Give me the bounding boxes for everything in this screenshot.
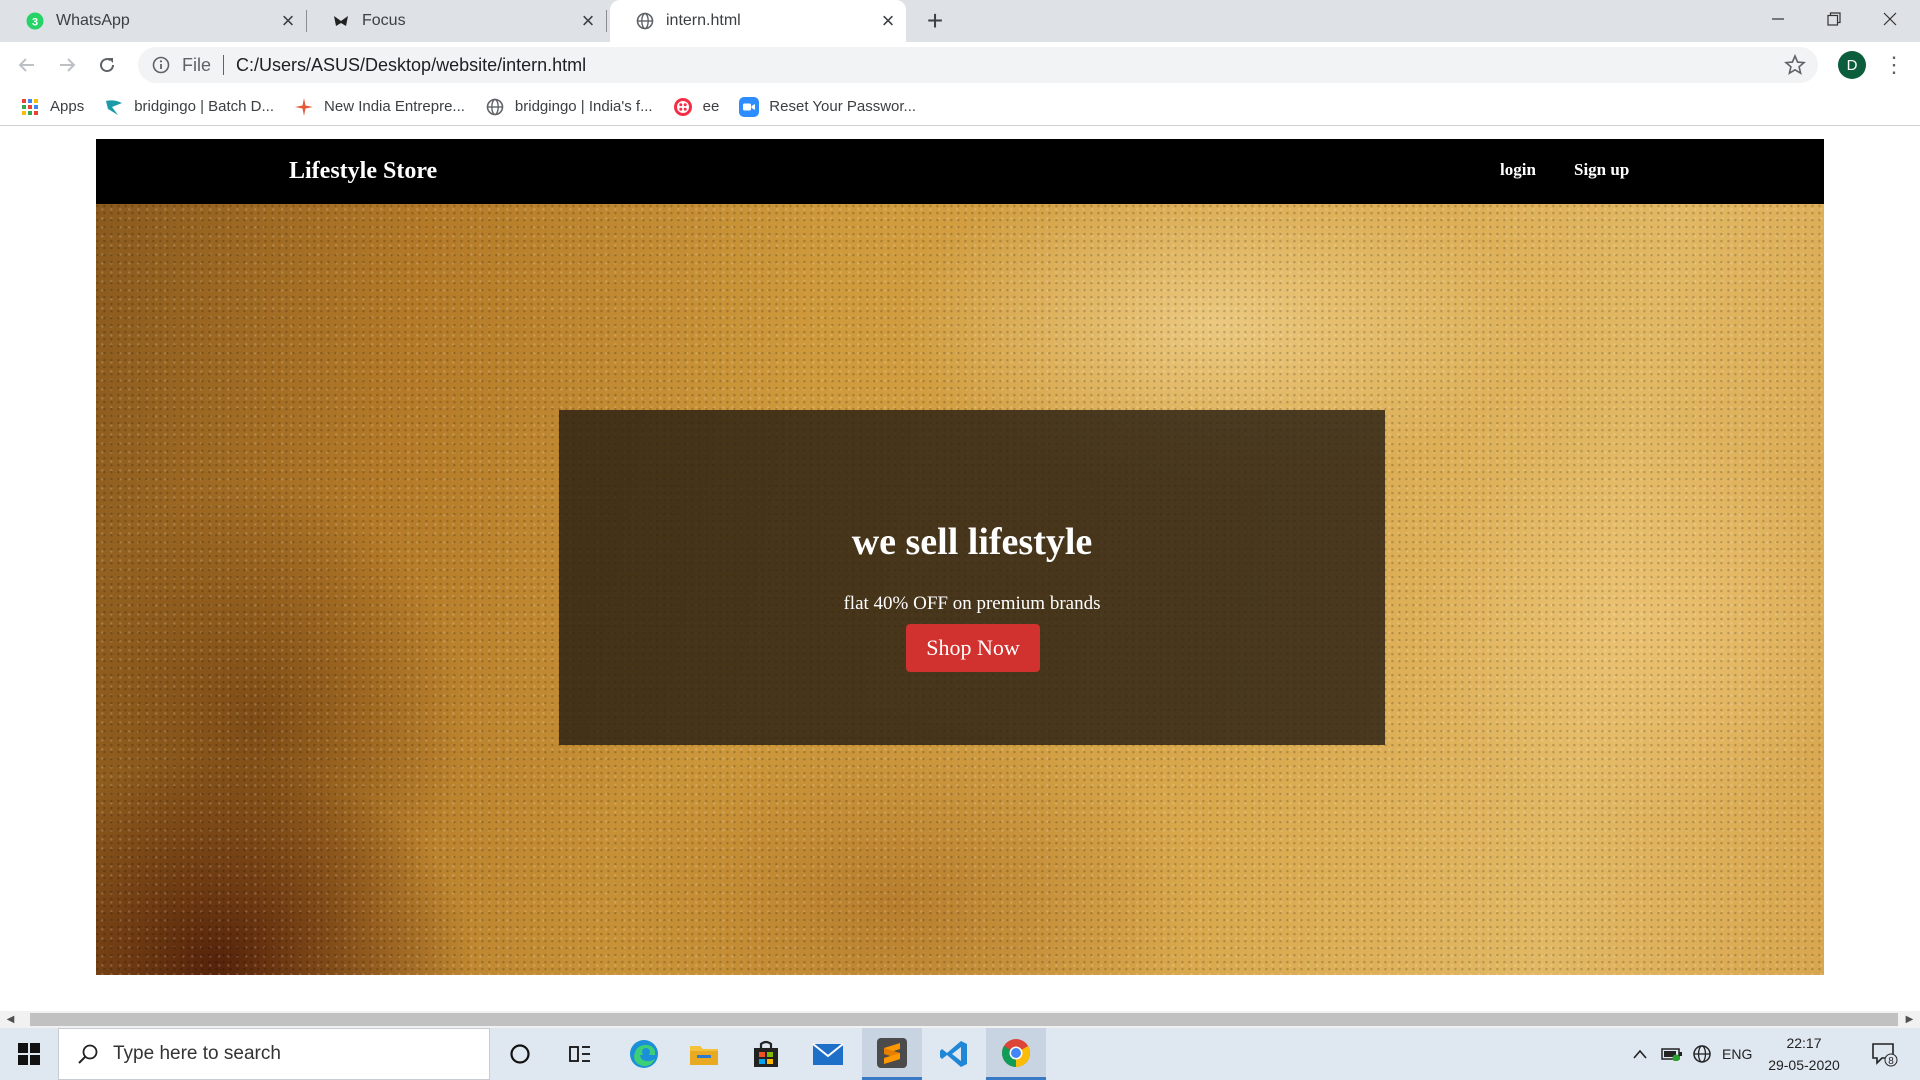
notification-center-icon[interactable]: 8 xyxy=(1866,1028,1902,1080)
spark-icon xyxy=(294,97,314,117)
horizontal-scrollbar[interactable]: ◀ ▶ xyxy=(0,1011,1920,1028)
notification-count: 8 xyxy=(1888,1056,1894,1067)
more-menu-icon[interactable]: ⋮ xyxy=(1882,51,1906,79)
clock-date: 29-05-2020 xyxy=(1768,1057,1840,1073)
network-globe-icon[interactable] xyxy=(1690,1028,1714,1080)
reload-icon[interactable] xyxy=(90,48,124,82)
store-icon[interactable] xyxy=(736,1028,796,1080)
twilio-icon xyxy=(673,97,693,117)
clock-time: 22:17 xyxy=(1786,1035,1822,1051)
search-placeholder: Type here to search xyxy=(113,1043,281,1064)
close-tab-icon[interactable]: × xyxy=(874,7,902,35)
minimize-icon[interactable] xyxy=(1750,0,1806,38)
hero-banner: we sell lifestyle flat 40% OFF on premiu… xyxy=(96,204,1824,975)
edge-icon[interactable] xyxy=(614,1028,674,1080)
search-icon xyxy=(77,1043,99,1065)
site-navbar: Lifestyle Store login Sign up xyxy=(96,139,1824,204)
focus-icon xyxy=(332,12,350,30)
back-icon[interactable] xyxy=(10,48,44,82)
tab-whatsapp[interactable]: 3 WhatsApp × xyxy=(0,0,307,42)
bookmark-label: Apps xyxy=(50,98,85,115)
language-indicator[interactable]: ENG xyxy=(1722,1028,1752,1080)
tab-title: Focus xyxy=(362,12,406,29)
divider xyxy=(223,55,225,75)
bookmark-star-icon[interactable] xyxy=(1784,53,1806,76)
profile-avatar[interactable]: D xyxy=(1838,51,1866,79)
bookmark-label: bridgingo | India's f... xyxy=(514,98,653,115)
hero-headline: we sell lifestyle xyxy=(851,521,1093,563)
cortana-icon[interactable] xyxy=(490,1028,550,1080)
brand-link[interactable]: Lifestyle Store xyxy=(289,158,437,185)
bookmarks-bar: Apps bridgingo | Batch D... New India En… xyxy=(0,88,1920,126)
globe-icon xyxy=(636,12,654,30)
bookmark-reset-password[interactable]: Reset Your Passwor... xyxy=(739,96,917,117)
url-text[interactable]: C:/Users/ASUS/Desktop/website/intern.htm… xyxy=(236,55,586,76)
chrome-icon[interactable] xyxy=(986,1028,1046,1080)
system-clock[interactable]: 22:17 29-05-2020 xyxy=(1758,1032,1850,1076)
tab-title: intern.html xyxy=(666,12,741,29)
new-tab-icon[interactable]: + xyxy=(920,5,950,36)
bookmark-apps[interactable]: Apps xyxy=(20,97,84,117)
login-link[interactable]: login xyxy=(1500,160,1536,180)
forward-icon[interactable] xyxy=(50,48,84,82)
tab-intern[interactable]: intern.html × xyxy=(610,0,906,42)
url-scheme: File xyxy=(182,54,212,75)
vscode-icon[interactable] xyxy=(924,1028,984,1080)
file-explorer-icon[interactable] xyxy=(674,1028,734,1080)
tab-badge: 3 xyxy=(32,17,38,29)
tab-title: WhatsApp xyxy=(56,12,130,29)
sublime-text-icon[interactable] xyxy=(862,1028,922,1080)
page-viewport: Lifestyle Store login Sign up we sell li… xyxy=(0,127,1920,1011)
bookmark-ee[interactable]: ee xyxy=(673,97,720,117)
restore-icon[interactable] xyxy=(1806,0,1862,38)
whatsapp-icon: 3 xyxy=(26,12,44,30)
close-tab-icon[interactable]: × xyxy=(274,7,302,35)
scroll-left-icon[interactable]: ◀ xyxy=(2,1011,19,1028)
tray-overflow-icon[interactable] xyxy=(1630,1028,1650,1080)
address-bar[interactable]: File C:/Users/ASUS/Desktop/website/inter… xyxy=(138,47,1818,83)
hero-subline: flat 40% OFF on premium brands xyxy=(843,593,1101,614)
hero-overlay-box: we sell lifestyle flat 40% OFF on premiu… xyxy=(559,410,1385,745)
battery-icon[interactable] xyxy=(1660,1028,1684,1080)
close-tab-icon[interactable]: × xyxy=(574,7,602,35)
bookmark-bridgingo-batch[interactable]: bridgingo | Batch D... xyxy=(104,97,274,117)
signup-link[interactable]: Sign up xyxy=(1574,160,1629,180)
windows-start-icon[interactable] xyxy=(0,1028,58,1080)
scrollbar-thumb[interactable] xyxy=(30,1013,1898,1026)
info-icon[interactable] xyxy=(152,56,170,74)
bookmark-new-india[interactable]: New India Entrepre... xyxy=(294,97,465,117)
apps-grid-icon xyxy=(20,97,40,117)
browser-toolbar: File C:/Users/ASUS/Desktop/website/inter… xyxy=(0,42,1920,88)
bookmark-label: Reset Your Passwor... xyxy=(769,98,917,115)
close-window-icon[interactable] xyxy=(1862,0,1918,38)
tab-strip: 3 WhatsApp × Focus × intern.html × + xyxy=(0,0,1920,42)
taskbar-search-input[interactable]: Type here to search xyxy=(58,1028,490,1080)
bookmark-bridgingo-india[interactable]: bridgingo | India's f... xyxy=(485,97,653,117)
mail-icon[interactable] xyxy=(798,1028,858,1080)
bridgingo-icon xyxy=(104,97,124,117)
shop-now-button[interactable]: Shop Now xyxy=(906,624,1040,672)
zoom-icon xyxy=(739,96,760,117)
task-view-icon[interactable] xyxy=(550,1028,610,1080)
bookmark-label: New India Entrepre... xyxy=(324,98,465,115)
bookmark-label: ee xyxy=(702,98,720,115)
site-container: Lifestyle Store login Sign up we sell li… xyxy=(96,139,1824,987)
scroll-right-icon[interactable]: ▶ xyxy=(1901,1011,1918,1028)
tab-focus[interactable]: Focus × xyxy=(306,0,607,42)
windows-taskbar: Type here to search ENG 22:17 29-05-2020 xyxy=(0,1028,1920,1080)
globe-icon xyxy=(485,97,505,117)
bookmark-label: bridgingo | Batch D... xyxy=(134,98,275,115)
